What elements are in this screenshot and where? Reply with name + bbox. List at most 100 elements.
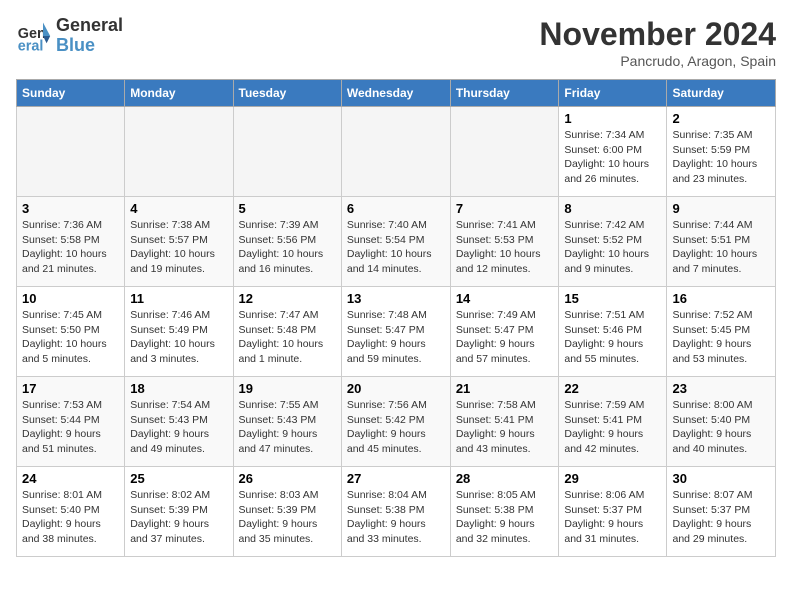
day-cell: 17 Sunrise: 7:53 AM Sunset: 5:44 PM Dayli… — [17, 377, 125, 467]
logo: Gen eral General Blue — [16, 16, 123, 56]
day-number: 26 — [239, 471, 336, 486]
day-number: 8 — [564, 201, 661, 216]
day-info: Sunrise: 7:52 AM Sunset: 5:45 PM Dayligh… — [672, 308, 770, 367]
day-info: Sunrise: 7:45 AM Sunset: 5:50 PM Dayligh… — [22, 308, 119, 367]
logo-icon: Gen eral — [16, 18, 52, 54]
day-info: Sunrise: 8:04 AM Sunset: 5:38 PM Dayligh… — [347, 488, 445, 547]
day-cell: 29 Sunrise: 8:06 AM Sunset: 5:37 PM Dayli… — [559, 467, 667, 557]
day-cell: 30Sunrise: 8:07 AM Sunset: 5:37 PM Dayli… — [667, 467, 776, 557]
day-number: 15 — [564, 291, 661, 306]
day-number: 28 — [456, 471, 554, 486]
month-title: November 2024 — [539, 16, 776, 53]
day-number: 20 — [347, 381, 445, 396]
day-info: Sunrise: 7:35 AM Sunset: 5:59 PM Dayligh… — [672, 128, 770, 187]
title-area: November 2024 Pancrudo, Aragon, Spain — [539, 16, 776, 69]
day-cell: 10 Sunrise: 7:45 AM Sunset: 5:50 PM Dayli… — [17, 287, 125, 377]
day-info: Sunrise: 7:51 AM Sunset: 5:46 PM Dayligh… — [564, 308, 661, 367]
weekday-monday: Monday — [125, 80, 233, 107]
week-row-1: 1Sunrise: 7:34 AM Sunset: 6:00 PM Daylig… — [17, 107, 776, 197]
day-cell — [450, 107, 559, 197]
weekday-saturday: Saturday — [667, 80, 776, 107]
day-number: 22 — [564, 381, 661, 396]
day-info: Sunrise: 8:03 AM Sunset: 5:39 PM Dayligh… — [239, 488, 336, 547]
day-info: Sunrise: 8:00 AM Sunset: 5:40 PM Dayligh… — [672, 398, 770, 457]
day-cell: 14Sunrise: 7:49 AM Sunset: 5:47 PM Dayli… — [450, 287, 559, 377]
day-cell: 9 Sunrise: 7:44 AM Sunset: 5:51 PM Daylig… — [667, 197, 776, 287]
day-number: 19 — [239, 381, 336, 396]
weekday-wednesday: Wednesday — [341, 80, 450, 107]
day-info: Sunrise: 8:01 AM Sunset: 5:40 PM Dayligh… — [22, 488, 119, 547]
day-cell: 12Sunrise: 7:47 AM Sunset: 5:48 PM Dayli… — [233, 287, 341, 377]
day-info: Sunrise: 7:34 AM Sunset: 6:00 PM Dayligh… — [564, 128, 661, 187]
svg-text:eral: eral — [18, 38, 44, 54]
day-number: 6 — [347, 201, 445, 216]
week-row-4: 17 Sunrise: 7:53 AM Sunset: 5:44 PM Dayli… — [17, 377, 776, 467]
day-info: Sunrise: 8:07 AM Sunset: 5:37 PM Dayligh… — [672, 488, 770, 547]
day-info: Sunrise: 7:39 AM Sunset: 5:56 PM Dayligh… — [239, 218, 336, 277]
day-number: 4 — [130, 201, 227, 216]
day-number: 14 — [456, 291, 554, 306]
day-cell: 23 Sunrise: 8:00 AM Sunset: 5:40 PM Dayli… — [667, 377, 776, 467]
day-cell: 7Sunrise: 7:41 AM Sunset: 5:53 PM Daylig… — [450, 197, 559, 287]
day-number: 29 — [564, 471, 661, 486]
day-info: Sunrise: 7:47 AM Sunset: 5:48 PM Dayligh… — [239, 308, 336, 367]
day-cell — [341, 107, 450, 197]
day-cell: 2 Sunrise: 7:35 AM Sunset: 5:59 PM Daylig… — [667, 107, 776, 197]
day-info: Sunrise: 7:53 AM Sunset: 5:44 PM Dayligh… — [22, 398, 119, 457]
day-cell: 25 Sunrise: 8:02 AM Sunset: 5:39 PM Dayli… — [125, 467, 233, 557]
day-number: 27 — [347, 471, 445, 486]
day-info: Sunrise: 7:46 AM Sunset: 5:49 PM Dayligh… — [130, 308, 227, 367]
week-row-2: 3 Sunrise: 7:36 AM Sunset: 5:58 PM Daylig… — [17, 197, 776, 287]
day-info: Sunrise: 7:38 AM Sunset: 5:57 PM Dayligh… — [130, 218, 227, 277]
day-info: Sunrise: 7:42 AM Sunset: 5:52 PM Dayligh… — [564, 218, 661, 277]
day-cell: 19 Sunrise: 7:55 AM Sunset: 5:43 PM Dayli… — [233, 377, 341, 467]
day-number: 5 — [239, 201, 336, 216]
day-cell: 24 Sunrise: 8:01 AM Sunset: 5:40 PM Dayli… — [17, 467, 125, 557]
day-number: 17 — [22, 381, 119, 396]
day-number: 11 — [130, 291, 227, 306]
day-cell — [233, 107, 341, 197]
logo-line1: General — [56, 16, 123, 36]
logo-text: General Blue — [56, 16, 123, 56]
day-number: 9 — [672, 201, 770, 216]
day-cell: 16 Sunrise: 7:52 AM Sunset: 5:45 PM Dayli… — [667, 287, 776, 377]
location: Pancrudo, Aragon, Spain — [539, 53, 776, 69]
day-number: 18 — [130, 381, 227, 396]
day-cell: 18 Sunrise: 7:54 AM Sunset: 5:43 PM Dayli… — [125, 377, 233, 467]
day-number: 24 — [22, 471, 119, 486]
day-cell: 5 Sunrise: 7:39 AM Sunset: 5:56 PM Daylig… — [233, 197, 341, 287]
day-info: Sunrise: 7:48 AM Sunset: 5:47 PM Dayligh… — [347, 308, 445, 367]
weekday-tuesday: Tuesday — [233, 80, 341, 107]
day-info: Sunrise: 8:06 AM Sunset: 5:37 PM Dayligh… — [564, 488, 661, 547]
day-number: 25 — [130, 471, 227, 486]
day-cell: 4 Sunrise: 7:38 AM Sunset: 5:57 PM Daylig… — [125, 197, 233, 287]
day-info: Sunrise: 7:55 AM Sunset: 5:43 PM Dayligh… — [239, 398, 336, 457]
weekday-sunday: Sunday — [17, 80, 125, 107]
day-number: 3 — [22, 201, 119, 216]
day-number: 13 — [347, 291, 445, 306]
day-cell: 8 Sunrise: 7:42 AM Sunset: 5:52 PM Daylig… — [559, 197, 667, 287]
day-number: 10 — [22, 291, 119, 306]
day-info: Sunrise: 7:59 AM Sunset: 5:41 PM Dayligh… — [564, 398, 661, 457]
day-number: 2 — [672, 111, 770, 126]
day-number: 23 — [672, 381, 770, 396]
week-row-5: 24 Sunrise: 8:01 AM Sunset: 5:40 PM Dayli… — [17, 467, 776, 557]
day-info: Sunrise: 7:44 AM Sunset: 5:51 PM Dayligh… — [672, 218, 770, 277]
week-row-3: 10 Sunrise: 7:45 AM Sunset: 5:50 PM Dayli… — [17, 287, 776, 377]
day-cell — [125, 107, 233, 197]
day-info: Sunrise: 7:56 AM Sunset: 5:42 PM Dayligh… — [347, 398, 445, 457]
day-cell: 26 Sunrise: 8:03 AM Sunset: 5:39 PM Dayli… — [233, 467, 341, 557]
day-cell: 6 Sunrise: 7:40 AM Sunset: 5:54 PM Daylig… — [341, 197, 450, 287]
day-cell: 1Sunrise: 7:34 AM Sunset: 6:00 PM Daylig… — [559, 107, 667, 197]
calendar-body: 1Sunrise: 7:34 AM Sunset: 6:00 PM Daylig… — [17, 107, 776, 557]
day-info: Sunrise: 8:02 AM Sunset: 5:39 PM Dayligh… — [130, 488, 227, 547]
page-header: Gen eral General Blue November 2024 Panc… — [16, 16, 776, 69]
day-cell: 13 Sunrise: 7:48 AM Sunset: 5:47 PM Dayli… — [341, 287, 450, 377]
day-info: Sunrise: 7:36 AM Sunset: 5:58 PM Dayligh… — [22, 218, 119, 277]
weekday-thursday: Thursday — [450, 80, 559, 107]
day-info: Sunrise: 7:41 AM Sunset: 5:53 PM Dayligh… — [456, 218, 554, 277]
day-info: Sunrise: 8:05 AM Sunset: 5:38 PM Dayligh… — [456, 488, 554, 547]
day-number: 16 — [672, 291, 770, 306]
day-info: Sunrise: 7:54 AM Sunset: 5:43 PM Dayligh… — [130, 398, 227, 457]
day-info: Sunrise: 7:40 AM Sunset: 5:54 PM Dayligh… — [347, 218, 445, 277]
